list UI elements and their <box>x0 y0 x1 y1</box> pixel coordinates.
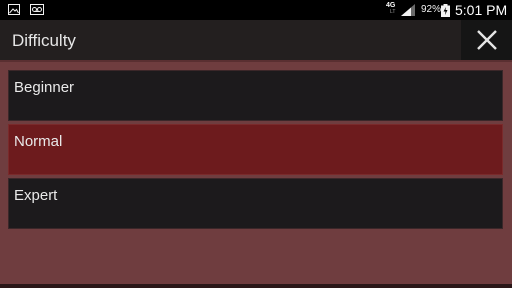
dialog-bottom-edge <box>0 284 512 288</box>
close-icon <box>476 30 497 50</box>
option-normal[interactable]: Normal <box>8 124 503 175</box>
option-label: Expert <box>14 187 58 204</box>
option-label: Beginner <box>14 79 75 96</box>
clock: 5:01 PM <box>455 2 508 18</box>
voicemail-icon <box>30 4 44 15</box>
network-type: 4G <box>386 2 396 9</box>
close-button[interactable] <box>461 20 512 60</box>
option-label: Normal <box>14 133 63 150</box>
network-subtype: LT <box>390 9 396 15</box>
image-icon <box>8 4 20 15</box>
battery-percent: 92% <box>421 4 442 15</box>
option-expert[interactable]: Expert <box>8 178 503 229</box>
signal-icon <box>401 4 415 16</box>
dialog-title-bar: Difficulty <box>0 20 512 60</box>
dialog-title: Difficulty <box>12 31 76 50</box>
status-bar: 4G LT 92% 5:01 PM <box>0 0 512 20</box>
battery-charging-icon <box>441 4 450 17</box>
notification-icons <box>8 4 44 15</box>
option-beginner[interactable]: Beginner <box>8 70 503 121</box>
title-divider <box>0 60 512 62</box>
